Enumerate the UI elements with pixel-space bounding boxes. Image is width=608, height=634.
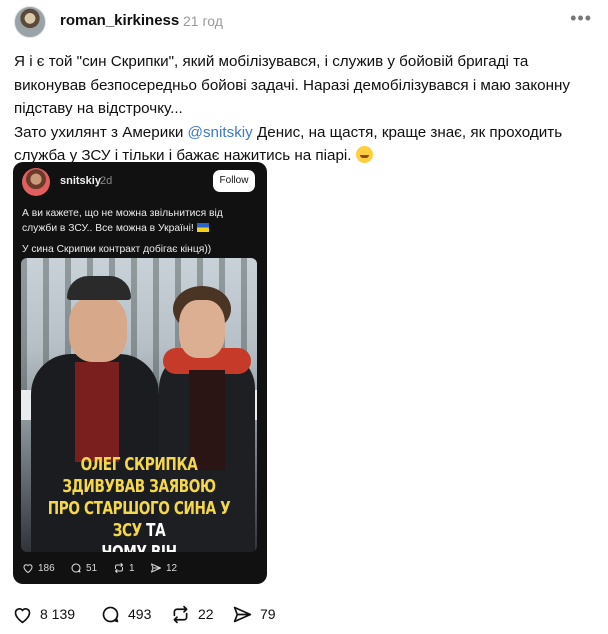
quoted-username[interactable]: snitskiy xyxy=(60,175,101,187)
headline-line: ОЛЕГ СКРИПКА ЗДИВУВАВ ЗАЯВОЮ xyxy=(62,455,216,497)
post-text-span: Денис, на щастя, краще знає, як проходит… xyxy=(252,123,563,141)
headline-span: ПРО СТАРШОГО СИНА У ЗСУ xyxy=(47,499,231,541)
post-time: 21 год xyxy=(183,13,223,29)
speech-bubble-icon xyxy=(71,563,81,573)
heart-icon xyxy=(23,564,33,574)
reply-button[interactable]: 493 xyxy=(100,602,151,626)
cap xyxy=(67,276,131,300)
paper-plane-icon xyxy=(233,606,252,622)
quoted-avatar[interactable] xyxy=(22,168,50,196)
post-text-span: Зато ухилянт з Америки xyxy=(14,123,188,141)
shirt xyxy=(75,362,119,462)
share-count: 79 xyxy=(260,606,276,622)
share-button[interactable]: 79 xyxy=(232,602,276,626)
quoted-post[interactable]: snitskiy 2d Follow А ви кажете, що не мо… xyxy=(13,162,267,584)
quoted-time: 2d xyxy=(100,175,113,187)
headline-line: ПРО СТАРШОГО СИНА У ЗСУ ТА xyxy=(47,498,231,542)
author-username[interactable]: roman_kirkiness xyxy=(60,12,179,29)
quoted-share-button[interactable]: 12 xyxy=(150,562,177,574)
quoted-text-line: А ви кажете, що не можна звільнитися від xyxy=(22,208,223,219)
reply-count: 493 xyxy=(128,606,152,622)
face xyxy=(69,296,127,362)
quoted-share-count: 12 xyxy=(166,562,178,574)
post-action-bar: 8 139 493 22 79 xyxy=(0,602,608,626)
quoted-action-bar: 186 51 1 12 xyxy=(13,562,267,580)
more-options-button[interactable]: ••• xyxy=(570,8,592,29)
quoted-reply-count: 51 xyxy=(86,562,98,574)
quoted-repost-button[interactable]: 1 xyxy=(113,562,135,574)
follow-button[interactable]: Follow xyxy=(213,170,255,192)
ukraine-flag-icon xyxy=(196,223,209,232)
repost-count: 22 xyxy=(198,606,214,622)
post-text-line: виконував безпосередньо бойові задачі. Н… xyxy=(14,76,570,94)
quoted-text-span: служби в ЗСУ.. Все можна в Україні! xyxy=(22,223,197,234)
repost-button[interactable]: 22 xyxy=(170,602,214,626)
post-text-line: підставу на відстрочку... xyxy=(14,100,183,117)
media-headline: ОЛЕГ СКРИПКА ЗДИВУВАВ ЗАЯВОЮ ПРО СТАРШОГ… xyxy=(47,454,231,552)
headline-line: ЧОМУ ВІН ПОВЕРТАЄТЬСЯ ДОДОМУ xyxy=(47,542,231,552)
post-text-line: Я і є той "син Скрипки", який мобілізува… xyxy=(14,53,529,70)
post-text: Я і є той "син Скрипки", який мобілізува… xyxy=(14,50,594,168)
quoted-repost-count: 1 xyxy=(129,562,135,574)
quoted-media-image[interactable]: ОЛЕГ СКРИПКА ЗДИВУВАВ ЗАЯВОЮ ПРО СТАРШОГ… xyxy=(21,258,257,552)
like-button[interactable]: 8 139 xyxy=(12,602,75,626)
grinning-face-icon xyxy=(355,146,373,163)
heart-icon xyxy=(14,607,31,623)
like-count: 8 139 xyxy=(40,606,76,622)
face xyxy=(179,300,225,358)
paper-plane-icon xyxy=(151,563,161,573)
avatar[interactable] xyxy=(14,6,46,38)
quoted-text-line: служби в ЗСУ.. Все можна в Україні! xyxy=(22,221,258,236)
quoted-like-count: 186 xyxy=(38,562,55,574)
mention-link[interactable]: @snitskiy xyxy=(188,124,253,141)
repost-arrows-icon xyxy=(173,605,188,623)
quoted-like-button[interactable]: 186 xyxy=(22,562,55,574)
quoted-reply-button[interactable]: 51 xyxy=(70,562,97,574)
quoted-text-line: У сина Скрипки контракт добігає кінця)) xyxy=(22,244,212,255)
speech-bubble-icon xyxy=(102,606,119,622)
post-text-line: Зато ухилянт з Америки @snitskiy Денис, … xyxy=(14,121,594,145)
repost-arrows-icon xyxy=(115,563,123,573)
quoted-text: А ви кажете, що не можна звільнитися від… xyxy=(22,206,258,257)
headline-span: ТА xyxy=(146,521,166,541)
